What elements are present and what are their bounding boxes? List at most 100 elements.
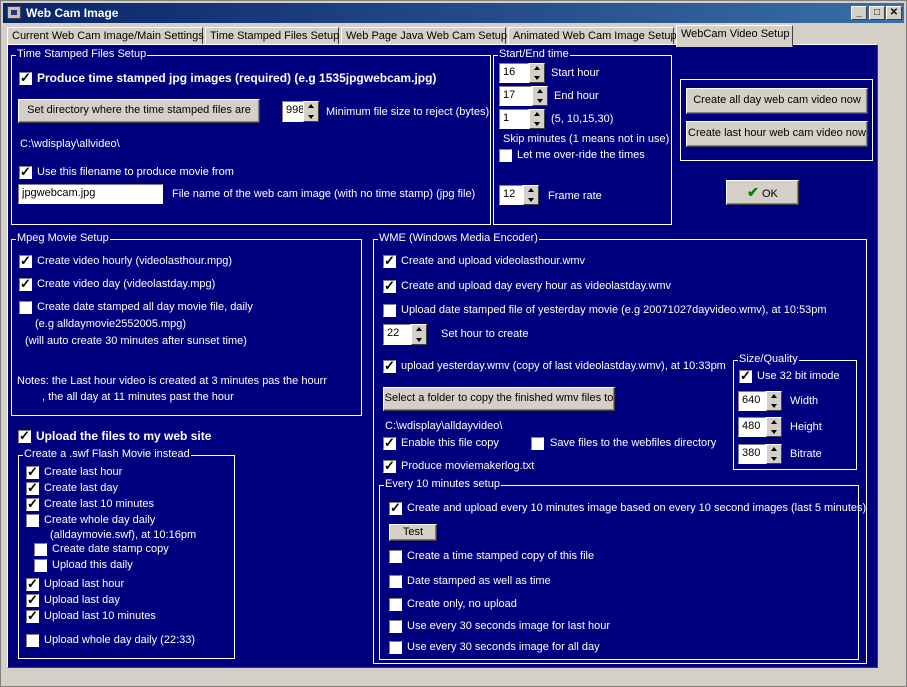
ten-create-upload-checkbox[interactable]: [389, 500, 402, 516]
upload-web-site-checkbox[interactable]: [18, 428, 31, 444]
override-times-checkbox[interactable]: [499, 149, 512, 162]
swf-whole-day-checkbox[interactable]: [26, 514, 39, 527]
ten-create-only-label: Create only, no upload: [407, 598, 517, 610]
app-window: Web Cam Image _ □ ✕ Current Web Cam Imag…: [0, 0, 907, 687]
height-label: Height: [790, 421, 822, 433]
wme-hour-input[interactable]: 22: [383, 324, 411, 345]
width-label: Width: [790, 395, 819, 407]
ok-button[interactable]: ✔ OK: [726, 180, 799, 205]
group-title: Create a .swf Flash Movie instead: [23, 448, 191, 460]
webcam-filename-input[interactable]: jpgwebcam.jpg: [18, 184, 163, 204]
min-file-size-input[interactable]: 998: [282, 101, 304, 122]
end-hour-spinner[interactable]: [532, 86, 548, 106]
skip-minutes-spinner[interactable]: [529, 109, 545, 129]
video-hourly-checkbox[interactable]: [19, 253, 32, 269]
wme-lastday-checkbox[interactable]: [383, 278, 396, 294]
create-last-hour-video-button[interactable]: Create last hour web cam video now: [686, 121, 868, 147]
group-title: Size/Quality: [738, 353, 799, 365]
swf-flash-group: Create a .swf Flash Movie instead Create…: [18, 448, 235, 659]
ten-date-time-checkbox[interactable]: [389, 575, 402, 588]
wme-datestamp-checkbox[interactable]: [383, 304, 396, 317]
ten-use30-hour-checkbox[interactable]: [389, 620, 402, 633]
bitrate-input[interactable]: 380: [738, 444, 766, 464]
swf-upload-last-hour-checkbox[interactable]: [26, 576, 39, 592]
use-32bit-checkbox[interactable]: [739, 368, 752, 384]
swf-upload-last-day-checkbox[interactable]: [26, 592, 39, 608]
wme-yesterday-label: upload yesterday.wmv (copy of last video…: [401, 360, 726, 372]
wme-hour-label: Set hour to create: [441, 328, 529, 340]
wme-lastday-label: Create and upload day every hour as vide…: [401, 280, 672, 292]
swf-last-day-label: Create last day: [44, 482, 118, 494]
title-bar: Web Cam Image _ □ ✕: [3, 3, 904, 23]
wme-hour-spinner[interactable]: [411, 324, 427, 345]
window-title: Web Cam Image: [26, 6, 119, 20]
min-file-size-spinner[interactable]: [303, 101, 319, 122]
swf-upload-last-10-checkbox[interactable]: [26, 608, 39, 624]
start-hour-input[interactable]: 16: [499, 63, 529, 83]
width-spinner[interactable]: [766, 391, 782, 411]
min-file-size-label: Minimum file size to reject (bytes): [326, 106, 490, 118]
skip-minutes-label: Skip minutes (1 means not in use): [503, 133, 670, 145]
close-button[interactable]: ✕: [886, 6, 902, 20]
produce-log-checkbox[interactable]: [383, 458, 396, 474]
swf-last-10-label: Create last 10 minutes: [44, 498, 155, 510]
swf-last-10-checkbox[interactable]: [26, 496, 39, 512]
swf-last-hour-label: Create last hour: [44, 466, 123, 478]
wme-datestamp-label: Upload date stamped file of yesterday mo…: [401, 304, 827, 316]
use-filename-checkbox[interactable]: [19, 164, 32, 180]
swf-upload-daily-checkbox[interactable]: [34, 559, 47, 572]
swf-date-stamp-copy-checkbox[interactable]: [34, 543, 47, 556]
enable-file-copy-checkbox[interactable]: [383, 435, 396, 451]
skip-minutes-input[interactable]: 1: [499, 109, 529, 129]
ten-stamped-copy-checkbox[interactable]: [389, 550, 402, 563]
checkmark-icon: ✔: [747, 184, 759, 200]
minimize-button[interactable]: _: [851, 6, 867, 20]
end-hour-input[interactable]: 17: [499, 86, 532, 106]
ok-button-label: OK: [761, 188, 778, 200]
frame-rate-input[interactable]: 12: [499, 185, 523, 205]
start-end-time-group: Start/End time 16 Start hour 17 End hour…: [493, 48, 672, 225]
width-input[interactable]: 640: [738, 391, 766, 411]
save-webfiles-label: Save files to the webfiles directory: [550, 437, 717, 449]
select-folder-button[interactable]: Select a folder to copy the finished wmv…: [383, 387, 615, 411]
height-input[interactable]: 480: [738, 417, 766, 437]
start-hour-spinner[interactable]: [529, 63, 545, 83]
set-directory-button[interactable]: Set directory where the time stamped fil…: [18, 99, 260, 123]
app-icon: [7, 6, 21, 19]
every-10-minutes-group: Every 10 minutes setup Create and upload…: [379, 478, 866, 660]
produce-timestamped-checkbox[interactable]: [19, 70, 32, 86]
auto-create-note: (will auto create 30 minutes after sunse…: [25, 335, 247, 347]
ten-use30-day-checkbox[interactable]: [389, 641, 402, 654]
date-stamped-movie-checkbox[interactable]: [19, 301, 32, 314]
maximize-button[interactable]: □: [869, 6, 885, 20]
create-now-group: Create all day web cam video now Create …: [680, 79, 873, 161]
start-hour-label: Start hour: [551, 67, 600, 79]
group-title: WME (Windows Media Encoder): [378, 232, 539, 244]
video-day-checkbox[interactable]: [19, 276, 32, 292]
video-hourly-label: Create video hourly (videolasthour.mpg): [37, 255, 233, 267]
height-spinner[interactable]: [766, 417, 782, 437]
group-title: Time Stamped Files Setup: [16, 48, 148, 60]
webcam-filename-label: File name of the web cam image (with no …: [172, 188, 476, 200]
frame-rate-spinner[interactable]: [523, 185, 539, 205]
swf-upload-daily-label: Upload this daily: [52, 559, 133, 571]
swf-upload-whole-day-checkbox[interactable]: [26, 634, 39, 647]
wme-lasthour-label: Create and upload videolasthour.wmv: [401, 255, 586, 267]
wme-lasthour-checkbox[interactable]: [383, 253, 396, 269]
test-button[interactable]: Test: [388, 523, 438, 542]
wme-yesterday-checkbox[interactable]: [383, 358, 396, 374]
mpeg-movie-group: Mpeg Movie Setup Create video hourly (vi…: [11, 232, 362, 416]
swf-upload-last-hour-label: Upload last hour: [44, 578, 125, 590]
save-webfiles-checkbox[interactable]: [531, 437, 544, 450]
swf-last-hour-checkbox[interactable]: [26, 464, 39, 480]
bitrate-spinner[interactable]: [766, 444, 782, 464]
time-stamped-files-group: Time Stamped Files Setup Produce time st…: [11, 48, 491, 225]
ten-date-time-label: Date stamped as well as time: [407, 575, 551, 587]
ten-use30-day-label: Use every 30 seconds image for all day: [407, 641, 600, 653]
swf-last-day-checkbox[interactable]: [26, 480, 39, 496]
ten-create-only-checkbox[interactable]: [389, 598, 402, 611]
create-all-day-video-button[interactable]: Create all day web cam video now: [686, 88, 868, 114]
tab-webcam-video[interactable]: WebCam Video Setup: [676, 25, 793, 47]
wme-folder-path: C:\wdisplay\alldayvideo\: [385, 420, 503, 432]
date-stamped-movie-label: Create date stamped all day movie file, …: [37, 301, 253, 313]
